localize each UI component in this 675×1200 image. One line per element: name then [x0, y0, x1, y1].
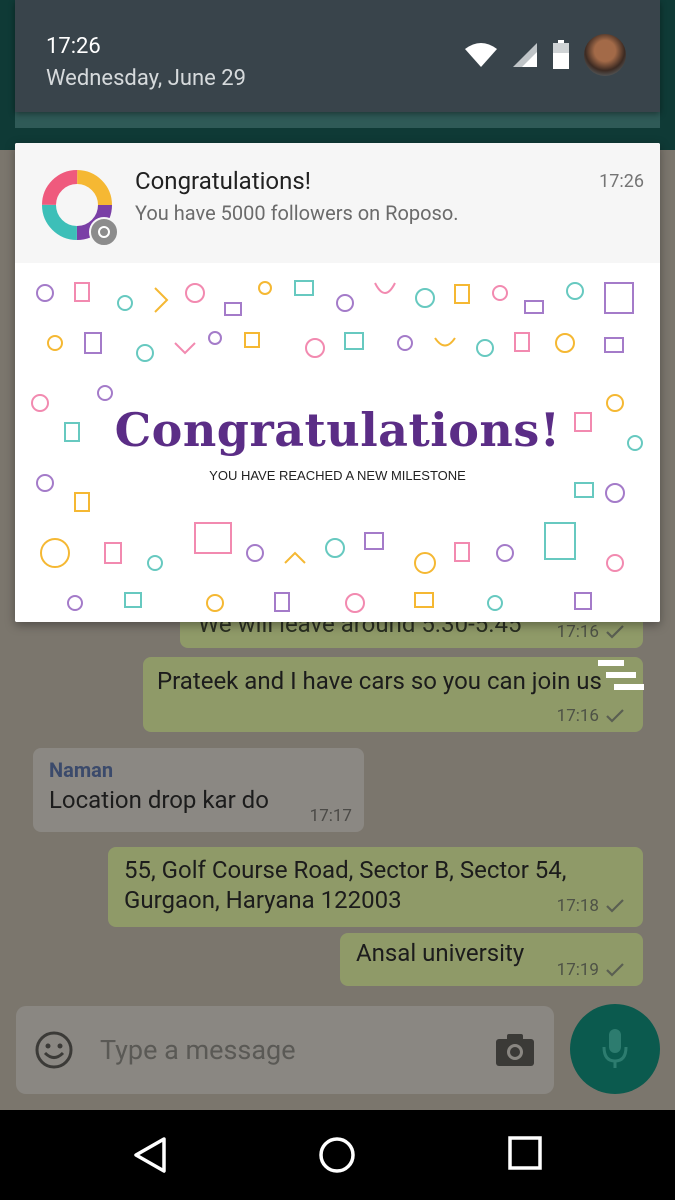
- message-time: 17:18: [556, 896, 599, 916]
- back-icon[interactable]: [132, 1136, 168, 1174]
- message-text: Prateek and I have cars so you can join …: [157, 667, 602, 695]
- notification-time: 17:26: [599, 171, 644, 192]
- mic-button[interactable]: [570, 1004, 660, 1094]
- message-bubble-incoming[interactable]: Naman Location drop kar do 17:17: [33, 748, 364, 832]
- message-meta: 17:16: [557, 706, 625, 726]
- ring-icon: [98, 226, 110, 238]
- banner-subheading: YOU HAVE REACHED A NEW MILESTONE: [209, 468, 466, 483]
- notification-title: Congratulations!: [135, 167, 311, 195]
- status-icons: [464, 34, 626, 76]
- navigation-bar: [0, 1110, 675, 1200]
- notification-small-icon: [89, 217, 119, 247]
- wifi-icon: [465, 43, 497, 67]
- message-time: 17:16: [556, 622, 599, 642]
- message-input-bar[interactable]: Type a message: [16, 1006, 554, 1094]
- camera-icon[interactable]: [494, 1032, 536, 1068]
- collapse-lines-icon[interactable]: [598, 658, 644, 692]
- recents-icon[interactable]: [508, 1136, 542, 1170]
- shade-time: 17:26: [46, 34, 101, 59]
- shade-divider: [15, 112, 660, 128]
- sender-name: Naman: [49, 758, 114, 782]
- message-text: Location drop kar do: [49, 786, 269, 814]
- message-meta: 17:17: [310, 806, 352, 826]
- message-meta: 17:16: [557, 622, 625, 642]
- shade-date: Wednesday, June 29: [46, 66, 246, 91]
- message-meta: 17:19: [557, 960, 625, 980]
- notification-header: Congratulations! You have 5000 followers…: [15, 143, 660, 263]
- message-time: 17:17: [309, 806, 352, 826]
- cellular-signal-icon: [513, 43, 537, 67]
- sent-tick-icon: [606, 709, 624, 723]
- message-time: 17:19: [556, 960, 599, 980]
- battery-icon: [553, 40, 569, 69]
- microphone-icon: [602, 1029, 628, 1068]
- status-shade[interactable]: 17:26 Wednesday, June 29: [15, 0, 660, 112]
- sent-tick-icon: [606, 625, 624, 639]
- notification-banner-image: Congratulations! YOU HAVE REACHED A NEW …: [15, 263, 660, 622]
- message-text-line: Gurgaon, Haryana 122003: [124, 886, 402, 914]
- sent-tick-icon: [606, 899, 624, 913]
- sent-tick-icon: [606, 963, 624, 977]
- message-bubble-outgoing[interactable]: Prateek and I have cars so you can join …: [143, 657, 643, 732]
- message-bubble-outgoing[interactable]: 55, Golf Course Road, Sector B, Sector 5…: [108, 847, 643, 927]
- home-icon[interactable]: [318, 1136, 356, 1174]
- banner-heading: Congratulations!: [114, 403, 561, 457]
- notification-text: You have 5000 followers on Roposo.: [135, 201, 459, 225]
- message-input[interactable]: Type a message: [100, 1034, 494, 1066]
- emoji-icon[interactable]: [34, 1030, 74, 1070]
- user-avatar[interactable]: [584, 34, 626, 76]
- message-text: Ansal university: [356, 939, 525, 967]
- message-time: 17:16: [556, 706, 599, 726]
- message-text-line: 55, Golf Course Road, Sector B, Sector 5…: [124, 856, 567, 884]
- message-meta: 17:18: [557, 891, 625, 921]
- message-bubble-outgoing[interactable]: Ansal university 17:19: [340, 933, 643, 986]
- roposo-notification[interactable]: Congratulations! You have 5000 followers…: [15, 143, 660, 622]
